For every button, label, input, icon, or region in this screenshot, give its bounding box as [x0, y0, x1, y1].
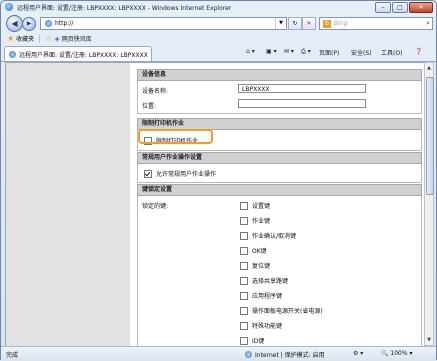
search-placeholder[interactable]: Bing — [334, 20, 347, 27]
key-lock-section: 键锁定设置 锁定的键: 设置键 作业键 作业确认/取消键 OK键 复位键 选择共… — [137, 184, 422, 347]
key-checkbox[interactable] — [240, 231, 248, 240]
search-icon[interactable]: ⌕ — [426, 19, 430, 28]
key-label[interactable]: ID键 — [252, 338, 264, 345]
web-slice-gallery-link[interactable]: 网页快讯库 — [62, 34, 92, 43]
browser-window: 远程用户界面: 设置/注册: LBPXXXX: LBPXXXX - Window… — [0, 0, 437, 361]
key-option[interactable]: ID键 — [240, 336, 264, 346]
favorites-separator — [39, 34, 41, 43]
page-content: 设备信息 设备名称: LBPXXXX 位置: 限制打印机作业 限制打印机作业 常… — [5, 62, 425, 348]
key-option[interactable]: 应用程序键 — [240, 291, 282, 301]
favorites-bar: ★ 收藏夹 ☆ ◈ 网页快讯库 — [1, 32, 436, 45]
user-ops-option[interactable]: 允许常规用户作业操作 — [144, 169, 216, 179]
navigation-bar: ◀ ▶ http:// ▼ ↻ ✕ b Bing ⌕ — [1, 13, 436, 32]
key-label[interactable]: 作业键 — [252, 218, 270, 225]
favorites-star-icon[interactable]: ★ — [7, 34, 14, 43]
device-info-section: 设备信息 设备名称: LBPXXXX 位置: — [137, 69, 422, 114]
device-name-label: 设备名称: — [142, 88, 169, 95]
key-label[interactable]: 应用程序键 — [252, 293, 282, 300]
key-label[interactable]: 复位键 — [252, 263, 270, 270]
key-lock-header: 键锁定设置 — [137, 184, 422, 196]
location-label: 位置: — [142, 103, 157, 110]
vertical-scrollbar[interactable]: ▲ ▼ — [424, 62, 434, 346]
user-ops-header: 常规用户作业操作设置 — [137, 152, 422, 164]
window-title: 远程用户界面: 设置/注册: LBPXXXX: LBPXXXX - Window… — [17, 4, 232, 12]
key-option[interactable]: 设置键 — [240, 201, 270, 211]
tools-status-icon[interactable]: ⚙ ▾ — [353, 350, 363, 357]
key-option[interactable]: 作业键 — [240, 216, 270, 226]
key-label[interactable]: 作业确认/取消键 — [252, 233, 296, 240]
refresh-button[interactable]: ↻ — [288, 17, 302, 30]
key-checkbox[interactable] — [240, 336, 248, 345]
key-option[interactable]: 选择共享路键 — [240, 276, 288, 286]
print-icon[interactable]: ⎙ ▾ — [301, 48, 311, 56]
favorites-label[interactable]: 收藏夹 — [16, 34, 34, 43]
address-bar[interactable]: http:// ▼ — [40, 17, 287, 30]
device-name-input[interactable]: LBPXXXX — [238, 84, 366, 93]
highlight-callout — [138, 129, 213, 144]
scroll-up-icon[interactable]: ▲ — [425, 63, 433, 73]
window-controls: – □ ✕ — [375, 2, 433, 13]
user-ops-section: 常规用户作业操作设置 允许常规用户作业操作 — [137, 152, 422, 183]
key-label[interactable]: 设置键 — [252, 203, 270, 210]
key-label[interactable]: OK键 — [252, 248, 267, 255]
home-icon[interactable]: ⌂ ▾ — [246, 48, 255, 55]
tab-favicon-icon — [9, 50, 16, 58]
location-input[interactable] — [238, 99, 366, 108]
tab-label[interactable]: 远程用户界面: 设置/注册: LBPXXXX: LBPXXXX — [19, 50, 148, 59]
scroll-thumb[interactable] — [426, 77, 434, 195]
key-checkbox[interactable] — [240, 276, 248, 285]
tab-current[interactable]: 远程用户界面: 设置/注册: LBPXXXX: LBPXXXX — [4, 46, 152, 61]
device-info-header: 设备信息 — [137, 69, 422, 81]
help-icon[interactable]: ❓ — [415, 48, 422, 55]
mail-icon[interactable]: ✉ ▾ — [284, 48, 294, 55]
close-button[interactable]: ✕ — [409, 2, 433, 13]
minimize-button[interactable]: – — [375, 2, 391, 13]
maximize-button[interactable]: □ — [392, 2, 408, 13]
key-checkbox[interactable] — [240, 321, 248, 330]
key-option[interactable]: 作业确认/取消键 — [240, 231, 296, 241]
locked-keys-label: 锁定的键: — [142, 203, 169, 210]
feeds-icon[interactable]: ▣ ▾ — [266, 48, 277, 55]
key-checkbox[interactable] — [240, 201, 248, 210]
key-checkbox[interactable] — [240, 261, 248, 270]
key-checkbox[interactable] — [240, 246, 248, 255]
key-label[interactable]: 选择共享路键 — [252, 278, 288, 285]
page-favicon-icon — [45, 20, 52, 27]
security-zone[interactable]: Internet | 保护模式: 启用 — [245, 350, 325, 359]
left-sidebar — [6, 63, 130, 347]
web-slice-icon[interactable]: ◈ — [54, 35, 59, 43]
address-dropdown-icon[interactable]: ▼ — [275, 18, 286, 29]
tools-menu[interactable]: 工具(O) — [381, 48, 402, 57]
zoom-level[interactable]: 🔍 100% ▾ — [381, 350, 412, 357]
status-text: 完成 — [6, 351, 19, 359]
bing-icon: b — [323, 19, 331, 28]
key-option[interactable]: 特殊功能键 — [240, 321, 282, 331]
key-label[interactable]: 操作面板电源开关(省电源) — [252, 308, 323, 315]
ie-logo-icon — [5, 3, 13, 11]
key-option[interactable]: 操作面板电源开关(省电源) — [240, 306, 323, 316]
scroll-down-icon[interactable]: ▼ — [425, 335, 433, 345]
page-menu[interactable]: 页面(P) — [319, 48, 339, 57]
stop-button[interactable]: ✕ — [302, 17, 316, 30]
key-option[interactable]: OK键 — [240, 246, 267, 256]
zone-label[interactable]: Internet | 保护模式: 启用 — [255, 350, 325, 359]
back-button[interactable]: ◀ — [6, 15, 23, 32]
key-checkbox[interactable] — [240, 291, 248, 300]
key-checkbox[interactable] — [240, 306, 248, 315]
zoom-value[interactable]: 100% — [390, 350, 407, 357]
tab-bar: 远程用户界面: 设置/注册: LBPXXXX: LBPXXXX ⌂ ▾ ▣ ▾ … — [1, 45, 436, 62]
key-option[interactable]: 复位键 — [240, 261, 270, 271]
user-ops-checkbox-label[interactable]: 允许常规用户作业操作 — [156, 171, 216, 178]
status-bar: 完成 Internet | 保护模式: 启用 ⚙ ▾ 🔍 100% ▾ — [1, 346, 436, 361]
forward-button[interactable]: ▶ — [22, 17, 36, 31]
add-favorite-icon[interactable]: ☆ — [45, 34, 52, 43]
key-checkbox[interactable] — [240, 216, 248, 225]
user-ops-checkbox[interactable] — [144, 169, 152, 178]
title-bar: 远程用户界面: 设置/注册: LBPXXXX: LBPXXXX - Window… — [1, 1, 436, 13]
address-url[interactable]: http:// — [55, 20, 73, 27]
safety-menu[interactable]: 安全(S) — [351, 48, 372, 57]
globe-icon — [245, 351, 252, 358]
search-box[interactable]: b Bing ⌕ — [319, 17, 433, 30]
key-label[interactable]: 特殊功能键 — [252, 323, 282, 330]
